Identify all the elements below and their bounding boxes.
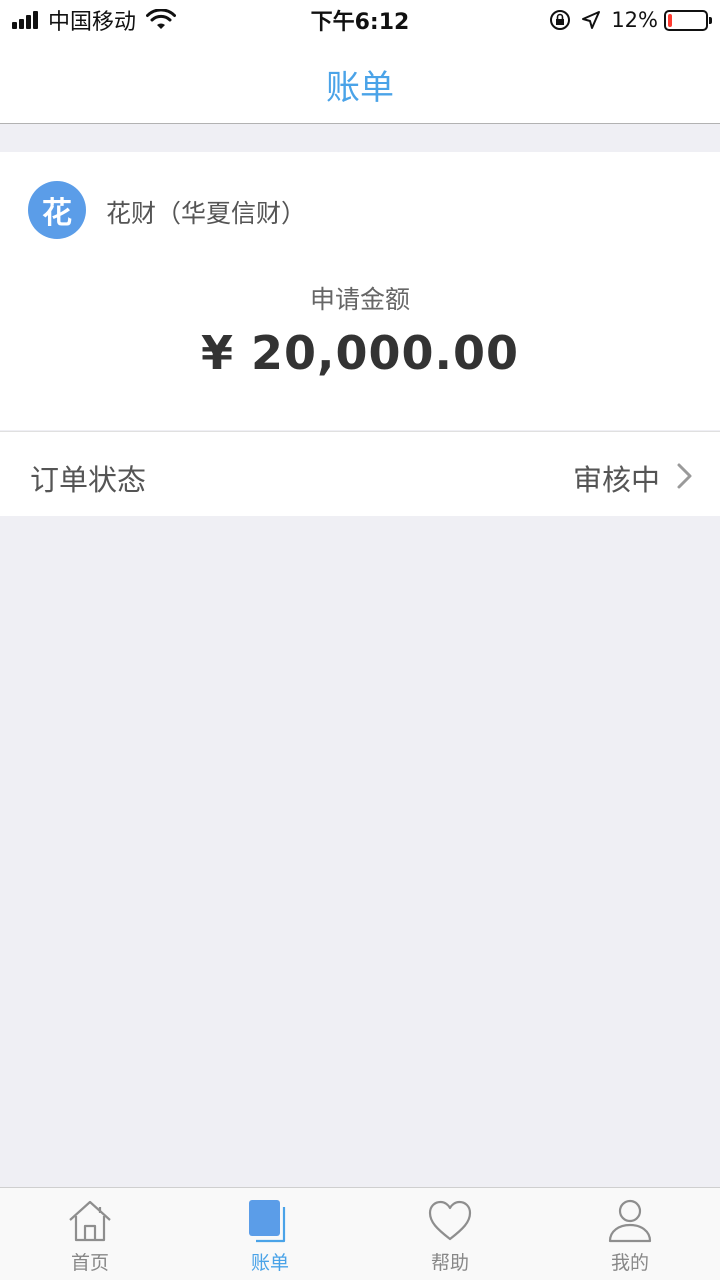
order-status-value: 审核中 bbox=[572, 463, 660, 497]
home-icon bbox=[69, 1200, 111, 1242]
tab-mine-label: 我的 bbox=[610, 1252, 649, 1274]
heart-icon bbox=[428, 1200, 472, 1241]
battery-fill bbox=[668, 13, 672, 27]
battery-icon bbox=[664, 9, 712, 31]
tab-bill-label: 账单 bbox=[250, 1252, 289, 1274]
nav-bar: 账单 bbox=[0, 40, 720, 124]
person-icon bbox=[608, 1199, 652, 1243]
rotation-lock-icon bbox=[550, 10, 571, 30]
amount-value: ¥ 20,000.00 bbox=[200, 326, 520, 380]
battery-percent: 12% bbox=[611, 8, 658, 32]
status-right: 12% bbox=[549, 6, 712, 34]
tab-home[interactable]: 首页 bbox=[0, 1188, 180, 1280]
chevron-right-icon bbox=[677, 463, 692, 489]
page-title: 账单 bbox=[326, 68, 394, 108]
tab-mine[interactable]: 我的 bbox=[540, 1188, 720, 1280]
provider-name: 花财（华夏信财） bbox=[106, 199, 307, 228]
screen: 中国移动 下午6:12 12% 账单 花 花财（华夏信财） 申请金额 ¥ 20,… bbox=[0, 0, 720, 1280]
tab-help[interactable]: 帮助 bbox=[360, 1188, 540, 1280]
provider-avatar: 花 bbox=[28, 181, 86, 239]
tab-bill[interactable]: 账单 bbox=[180, 1188, 360, 1280]
order-status-row[interactable]: 订单状态 审核中 bbox=[0, 431, 720, 516]
tab-bar: 首页 账单 帮助 我的 bbox=[0, 1187, 720, 1280]
order-status-label: 订单状态 bbox=[30, 463, 147, 497]
tab-help-label: 帮助 bbox=[430, 1252, 469, 1274]
tab-home-label: 首页 bbox=[70, 1252, 109, 1274]
status-bar: 中国移动 下午6:12 12% bbox=[0, 0, 720, 40]
bill-icon bbox=[249, 1200, 286, 1243]
location-icon bbox=[582, 11, 601, 29]
loan-card: 花 花财（华夏信财） 申请金额 ¥ 20,000.00 bbox=[0, 152, 720, 430]
amount-label: 申请金额 bbox=[309, 285, 410, 314]
